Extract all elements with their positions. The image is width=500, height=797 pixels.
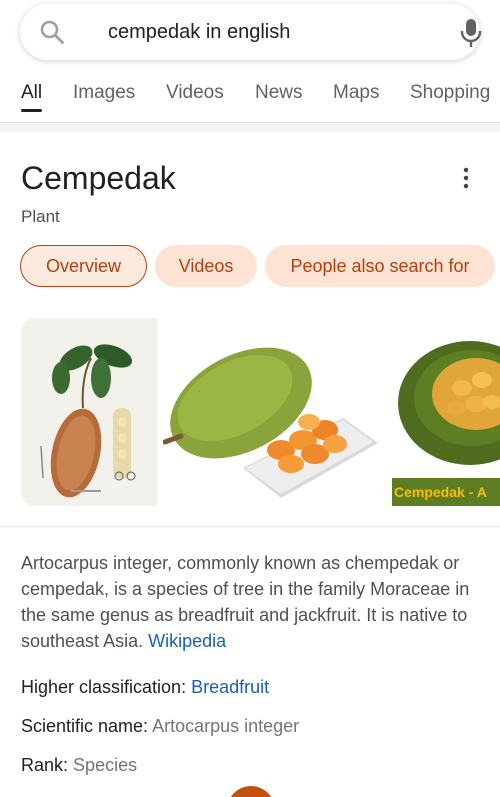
botanical-illustration-image[interactable]	[21, 318, 157, 506]
fact-label: Scientific name:	[21, 716, 149, 736]
search-bar[interactable]: cempedak in english	[20, 4, 482, 60]
fact-value: Artocarpus integer	[152, 716, 300, 736]
search-icon	[40, 20, 64, 44]
image-carousel[interactable]: Cempedak - A	[21, 318, 500, 506]
cut-cempedak-image[interactable]: Cempedak - A	[392, 318, 500, 506]
tab-all[interactable]: All	[21, 82, 42, 104]
tab-maps[interactable]: Maps	[333, 82, 379, 104]
fact-rank: Rank: Species	[21, 755, 137, 776]
floating-action-button[interactable]	[227, 786, 275, 797]
entity-subtitle: Plant	[21, 207, 60, 226]
tab-news[interactable]: News	[255, 82, 303, 104]
chip-people-also-search-for[interactable]: People also search for	[265, 245, 495, 287]
tab-shopping[interactable]: Shopping	[410, 82, 490, 104]
fact-higher-classification: Higher classification: Breadfruit	[21, 677, 269, 698]
wikipedia-link[interactable]: Wikipedia	[148, 631, 226, 651]
tab-images[interactable]: Images	[73, 82, 135, 104]
image-caption: Cempedak - A	[392, 478, 500, 506]
entity-title: Cempedak	[21, 160, 176, 196]
cempedak-fruit-image[interactable]	[163, 318, 387, 506]
entity-description: Artocarpus integer, commonly known as ch…	[21, 550, 491, 654]
chip-overview[interactable]: Overview	[20, 245, 147, 287]
breadfruit-link[interactable]: Breadfruit	[191, 677, 269, 697]
fact-scientific-name: Scientific name: Artocarpus integer	[21, 716, 299, 737]
tab-videos[interactable]: Videos	[166, 82, 224, 104]
active-tab-indicator	[21, 109, 42, 112]
more-options-icon[interactable]	[455, 166, 477, 190]
fact-value: Species	[73, 755, 138, 775]
fact-label: Higher classification:	[21, 677, 187, 697]
search-tabs: All Images Videos News Maps Shopping	[0, 76, 500, 116]
section-divider	[0, 122, 500, 132]
microphone-icon[interactable]	[460, 18, 482, 48]
search-input[interactable]: cempedak in english	[108, 21, 290, 44]
description-text: Artocarpus integer, commonly known as ch…	[21, 553, 470, 651]
fact-label: Rank:	[21, 755, 69, 775]
chip-videos[interactable]: Videos	[155, 245, 257, 287]
content-divider	[0, 526, 500, 527]
